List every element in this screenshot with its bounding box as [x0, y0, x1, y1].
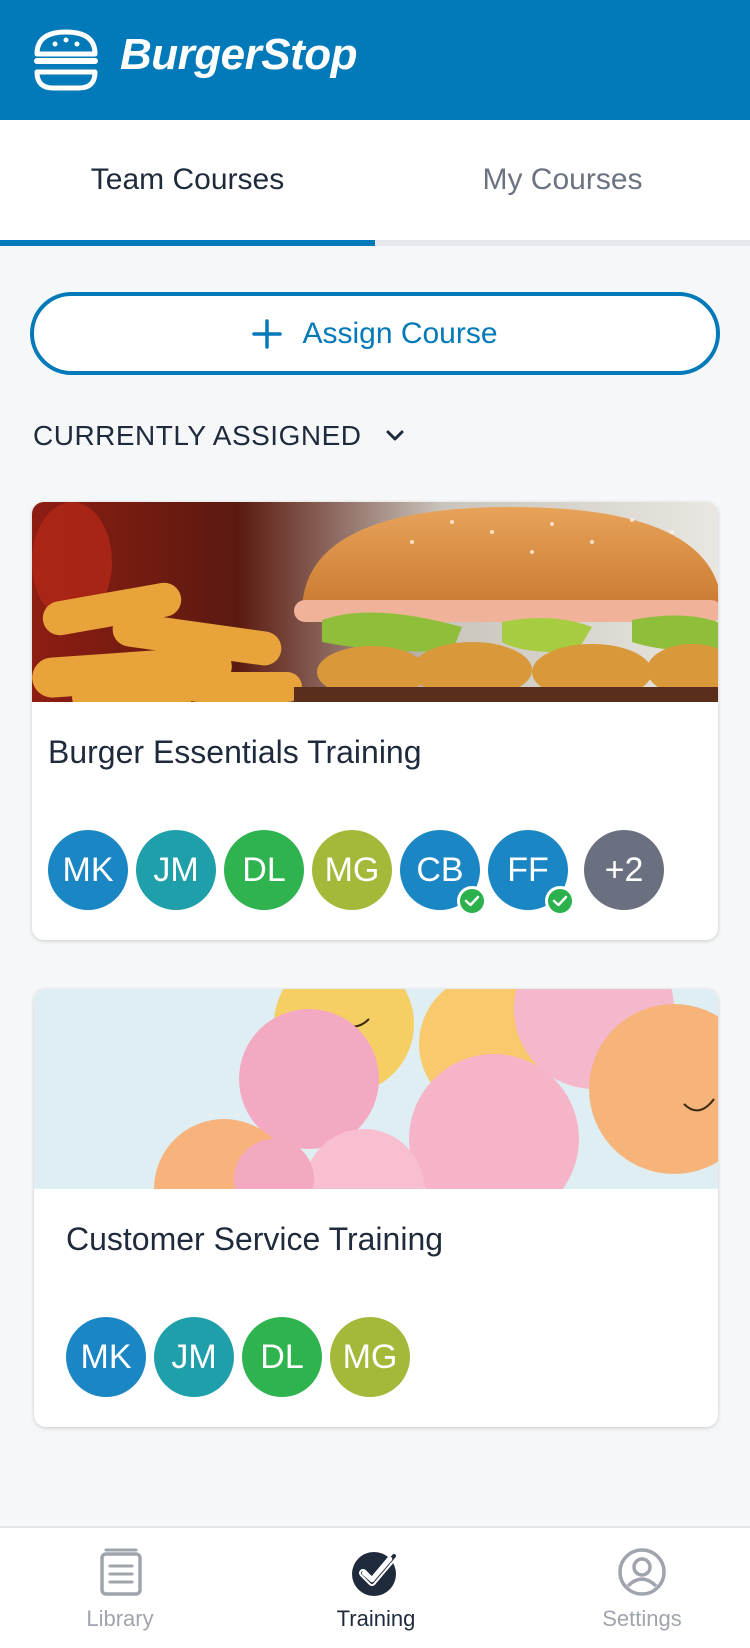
check-circle-icon [352, 1552, 398, 1596]
avatar-initials: MK [80, 1337, 132, 1376]
burger-logo-icon [34, 29, 98, 91]
assignee-avatar[interactable]: MK [66, 1317, 146, 1397]
assignee-avatar[interactable]: MK [48, 830, 128, 910]
assignee-avatar[interactable]: MG [312, 830, 392, 910]
assign-course-button[interactable]: Assign Course [30, 292, 720, 375]
nav-label: Settings [602, 1606, 682, 1631]
avatar-initials: DL [260, 1337, 304, 1376]
course-card[interactable]: Burger Essentials Training MK JM DL MG C… [32, 502, 718, 940]
avatar-initials: FF [507, 850, 549, 889]
course-tabs: Team Courses My Courses [0, 120, 750, 246]
brand-name: BurgerStop [120, 30, 358, 79]
more-assignees-badge[interactable]: +2 [584, 830, 664, 910]
assignee-avatar[interactable]: CB [400, 830, 487, 916]
completed-check-icon [457, 886, 487, 916]
tab-my-courses[interactable]: My Courses [375, 120, 750, 240]
course-card[interactable]: Customer Service Training MK JM DL MG [34, 989, 718, 1427]
assignee-avatar[interactable]: MG [330, 1317, 410, 1397]
course-title: Customer Service Training [66, 1221, 444, 1257]
plus-icon [252, 318, 283, 349]
section-title: CURRENTLY ASSIGNED [33, 420, 362, 451]
course-image-burger [32, 502, 718, 702]
avatar-initials: JM [171, 1337, 217, 1376]
bottom-navigation: Library Training Settings [0, 1526, 750, 1648]
nav-label: Library [86, 1606, 154, 1631]
overflow-count: +2 [604, 850, 644, 889]
nav-training[interactable]: Training [276, 1546, 476, 1646]
nav-settings[interactable]: Settings [542, 1546, 742, 1646]
avatar-initials: DL [242, 850, 286, 889]
assignee-avatar[interactable]: FF [488, 830, 575, 916]
nav-library[interactable]: Library [20, 1546, 220, 1646]
profile-icon [618, 1548, 666, 1596]
assignee-avatar[interactable]: JM [154, 1317, 234, 1397]
assignee-avatar[interactable]: DL [242, 1317, 322, 1397]
library-icon [100, 1548, 142, 1596]
course-title: Burger Essentials Training [48, 734, 422, 770]
app-header: BurgerStop [0, 0, 750, 120]
avatar-initials: MG [342, 1337, 398, 1376]
assignee-avatar[interactable]: JM [136, 830, 216, 910]
currently-assigned-toggle[interactable]: CURRENTLY ASSIGNED [33, 420, 407, 452]
avatar-initials: MK [62, 850, 114, 889]
avatar-initials: CB [416, 850, 464, 889]
assign-course-label: Assign Course [302, 316, 498, 350]
nav-label: Training [336, 1606, 416, 1631]
assignee-avatar[interactable]: DL [224, 830, 304, 910]
tab-team-courses[interactable]: Team Courses [0, 120, 375, 240]
completed-check-icon [545, 886, 575, 916]
avatar-initials: MG [324, 850, 380, 889]
avatar-initials: JM [153, 850, 199, 889]
tab-active-indicator [0, 240, 375, 246]
chevron-down-icon [386, 430, 404, 441]
course-image-balloons [34, 989, 718, 1189]
